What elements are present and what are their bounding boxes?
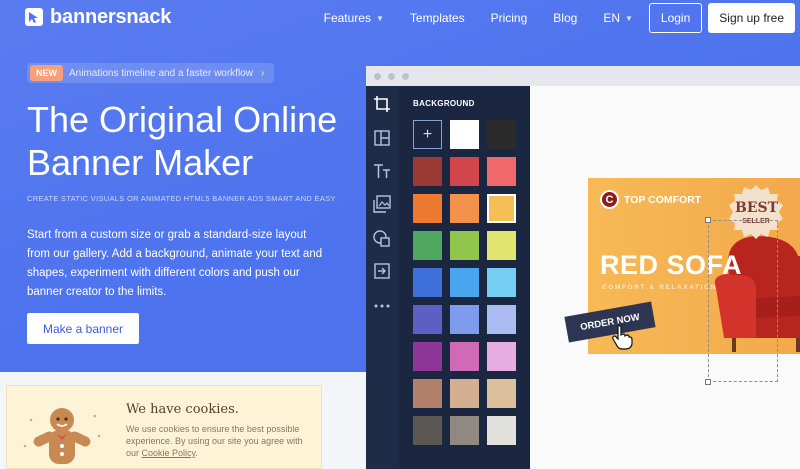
color-swatch[interactable] bbox=[487, 231, 516, 260]
color-swatch[interactable] bbox=[450, 120, 479, 149]
image-icon[interactable] bbox=[372, 194, 392, 214]
brand-name: TOP COMFORT bbox=[624, 193, 702, 206]
cookie-title: We have cookies. bbox=[126, 402, 239, 417]
color-swatch[interactable] bbox=[487, 194, 516, 223]
shapes-icon[interactable] bbox=[372, 228, 392, 248]
color-swatch[interactable] bbox=[487, 268, 516, 297]
color-swatch[interactable] bbox=[413, 157, 442, 186]
more-icon[interactable] bbox=[372, 296, 392, 316]
window-title-bar bbox=[366, 66, 800, 86]
brand-logo: C bbox=[600, 190, 619, 209]
color-swatch[interactable] bbox=[450, 194, 479, 223]
cookie-banner: We have cookies. We use cookies to ensur… bbox=[6, 385, 322, 469]
color-swatch[interactable] bbox=[450, 231, 479, 260]
color-swatch[interactable] bbox=[413, 194, 442, 223]
import-icon[interactable] bbox=[372, 261, 392, 281]
color-swatch[interactable] bbox=[450, 305, 479, 334]
color-swatch[interactable] bbox=[487, 416, 516, 445]
nav-features[interactable]: Features ▼ bbox=[324, 11, 384, 25]
layout-icon[interactable] bbox=[372, 128, 392, 148]
editor-canvas[interactable]: C TOP COMFORT BEST SELLER RED SOFA COMFO… bbox=[530, 86, 800, 469]
cookie-text: We use cookies to ensure the best possib… bbox=[126, 423, 316, 459]
chevron-right-icon: › bbox=[260, 67, 265, 79]
text-icon[interactable] bbox=[372, 161, 392, 181]
logo-text: bannersnack bbox=[50, 5, 172, 28]
bannersnack-logo-icon bbox=[25, 8, 43, 26]
hero-title-line2: Banner Maker bbox=[27, 142, 254, 183]
make-banner-button[interactable]: Make a banner bbox=[27, 313, 139, 344]
language-label: EN bbox=[603, 11, 620, 25]
resize-handle[interactable] bbox=[705, 379, 711, 385]
nav-pricing[interactable]: Pricing bbox=[491, 11, 528, 25]
color-swatch[interactable] bbox=[487, 157, 516, 186]
color-swatch[interactable] bbox=[413, 231, 442, 260]
announcement-text: Animations timeline and a faster workflo… bbox=[69, 67, 253, 79]
chevron-down-icon: ▼ bbox=[624, 13, 633, 23]
chevron-down-icon: ▼ bbox=[375, 13, 384, 23]
color-swatch[interactable] bbox=[450, 379, 479, 408]
language-select[interactable]: EN ▼ bbox=[603, 11, 633, 25]
announcement-pill[interactable]: NEW Animations timeline and a faster wor… bbox=[27, 63, 275, 83]
color-swatch[interactable] bbox=[487, 379, 516, 408]
color-swatch[interactable] bbox=[450, 416, 479, 445]
window-dot-icon bbox=[388, 73, 395, 80]
color-swatch[interactable] bbox=[487, 120, 516, 149]
hero-title-line1: The Original Online bbox=[27, 99, 338, 140]
top-nav: Features ▼ Templates Pricing Blog EN ▼ Log… bbox=[324, 3, 800, 33]
nav-features-label: Features bbox=[323, 11, 371, 25]
hero-title: The Original Online Banner Maker bbox=[27, 98, 357, 184]
banner-subheadline: COMFORT & RELAXATION bbox=[602, 284, 717, 291]
signup-button[interactable]: Sign up free bbox=[708, 3, 795, 33]
window-dot-icon bbox=[374, 73, 381, 80]
editor-toolbar bbox=[366, 86, 399, 469]
color-swatch[interactable] bbox=[450, 342, 479, 371]
window-dot-icon bbox=[402, 73, 409, 80]
nav-blog[interactable]: Blog bbox=[553, 11, 577, 25]
color-swatch[interactable] bbox=[450, 157, 479, 186]
color-swatch[interactable] bbox=[413, 305, 442, 334]
nav-templates[interactable]: Templates bbox=[410, 11, 465, 25]
cookie-policy-link[interactable]: Cookie Policy bbox=[142, 448, 196, 458]
color-swatch[interactable] bbox=[413, 268, 442, 297]
resize-handle[interactable] bbox=[705, 217, 711, 223]
color-swatch[interactable] bbox=[487, 342, 516, 371]
color-swatch[interactable] bbox=[413, 416, 442, 445]
color-swatch[interactable] bbox=[450, 268, 479, 297]
hero-description: Start from a custom size or grab a stand… bbox=[27, 229, 323, 298]
color-swatch[interactable] bbox=[413, 379, 442, 408]
gingerbread-cookie-icon bbox=[23, 408, 101, 464]
add-color-button[interactable]: + bbox=[413, 120, 442, 149]
new-badge: NEW bbox=[30, 65, 63, 81]
color-swatch[interactable] bbox=[413, 342, 442, 371]
editor-window: BACKGROUND + C TOP COMFORT BEST SELLER R… bbox=[366, 66, 800, 469]
logo[interactable]: bannersnack bbox=[24, 6, 171, 28]
crop-icon[interactable] bbox=[372, 94, 392, 114]
color-swatch[interactable] bbox=[487, 305, 516, 334]
cookie-suffix: . bbox=[195, 448, 198, 458]
badge-best: BEST bbox=[735, 200, 779, 216]
panel-title: BACKGROUND bbox=[413, 99, 475, 108]
banner-brand: C TOP COMFORT bbox=[600, 190, 701, 209]
background-panel: BACKGROUND + bbox=[399, 86, 530, 469]
hand-pointer-icon bbox=[612, 325, 633, 350]
login-button[interactable]: Login bbox=[648, 3, 703, 33]
selection-box[interactable] bbox=[705, 217, 778, 385]
hero-subtitle: CREATE STATIC VISUALS OR ANIMATED HTML5 … bbox=[27, 194, 336, 203]
